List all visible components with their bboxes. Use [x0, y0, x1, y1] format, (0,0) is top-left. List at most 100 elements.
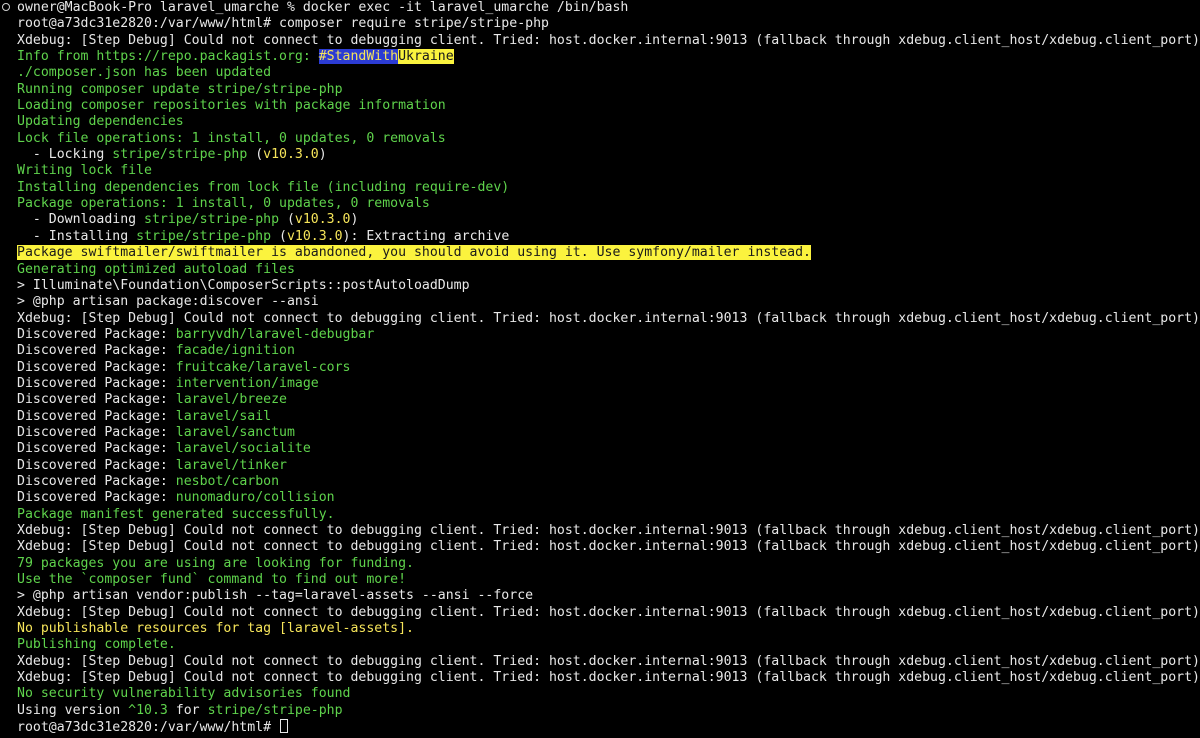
output-text: Discovered Package: [17, 375, 176, 391]
output-text: v10.3.0 [263, 147, 319, 163]
output-text: laravel/tinker [175, 457, 287, 473]
output-line: Discovered Package: laravel/sanctum [0, 425, 1200, 441]
output-line: Using version ^10.3 for stripe/stripe-ph… [0, 703, 1200, 719]
output-text: No publishable resources for tag [larave… [17, 621, 414, 637]
output-text: Xdebug: [Step Debug] Could not connect t… [17, 670, 1200, 686]
output-line: Discovered Package: nunomaduro/collision [0, 490, 1200, 506]
output-text: Discovered Package: [17, 359, 176, 375]
output-line: No publishable resources for tag [larave… [0, 621, 1200, 637]
output-text: - Downloading [17, 212, 145, 228]
output-line: ./composer.json has been updated [0, 65, 1200, 81]
output-line: Xdebug: [Step Debug] Could not connect t… [0, 311, 1200, 327]
output-text: Writing lock file [17, 163, 152, 179]
output-line: > @php artisan package:discover --ansi [0, 294, 1200, 310]
output-text: stripe/stripe-php [136, 228, 272, 244]
output-text: Xdebug: [Step Debug] Could not connect t… [17, 539, 1200, 555]
output-text: Xdebug: [Step Debug] Could not connect t… [17, 32, 1200, 48]
output-text: - Installing [17, 228, 137, 244]
output-line: - Locking stripe/stripe-php (v10.3.0) [0, 147, 1200, 163]
output-text: fruitcake/laravel-cors [175, 359, 351, 375]
output-text: Discovered Package: [17, 408, 176, 424]
output-line: Discovered Package: intervention/image [0, 376, 1200, 392]
output-text: Using version [17, 702, 129, 718]
output-text: ): Extracting archive [342, 228, 510, 244]
output-text: Generating optimized autoload files [17, 261, 295, 277]
output-line: Discovered Package: nesbot/carbon [0, 474, 1200, 490]
output-line: Discovered Package: laravel/tinker [0, 458, 1200, 474]
output-text: No security vulnerability advisories fou… [17, 686, 351, 702]
cursor-block[interactable] [280, 719, 289, 734]
output-line: Xdebug: [Step Debug] Could not connect t… [0, 654, 1200, 670]
output-line: Lock file operations: 1 install, 0 updat… [0, 131, 1200, 147]
output-text: facade/ignition [175, 343, 295, 359]
output-text: Lock file operations: 1 install, 0 updat… [17, 130, 446, 146]
output-text: Discovered Package: [17, 473, 176, 489]
output-line: > @php artisan vendor:publish --tag=lara… [0, 588, 1200, 604]
output-text: laravel/breeze [175, 392, 287, 408]
output-text: stripe/stripe-php [144, 212, 280, 228]
output-line: No security vulnerability advisories fou… [0, 686, 1200, 702]
output-text: > @php artisan vendor:publish --tag=lara… [17, 588, 534, 604]
output-text: Discovered Package: [17, 326, 176, 342]
output-line: Discovered Package: barryvdh/laravel-deb… [0, 327, 1200, 343]
output-line: - Downloading stripe/stripe-php (v10.3.0… [0, 212, 1200, 228]
output-text: Package swiftmailer/swiftmailer is aband… [17, 245, 811, 261]
output-text: #StandWith [318, 49, 399, 65]
output-line: Discovered Package: laravel/sail [0, 409, 1200, 425]
output-line: Package swiftmailer/swiftmailer is aband… [0, 245, 1200, 261]
output-line: Discovered Package: laravel/socialite [0, 441, 1200, 457]
output-text: Package manifest generated successfully. [17, 506, 335, 522]
output-line: Package operations: 1 install, 0 updates… [0, 196, 1200, 212]
output-text: Discovered Package: [17, 424, 176, 440]
terminal-window[interactable]: owner@MacBook-Pro laravel_umarche % dock… [0, 0, 1200, 738]
output-text: v10.3.0 [294, 212, 351, 228]
output-text: ^10.3 [128, 702, 168, 718]
output-text: barryvdh/laravel-debugbar [175, 326, 375, 342]
output-line: Xdebug: [Step Debug] Could not connect t… [0, 605, 1200, 621]
output-text: laravel/socialite [175, 441, 311, 457]
output-text: > Illuminate\Foundation\ComposerScripts:… [17, 277, 470, 293]
output-text: Use the `composer fund` command to find … [17, 572, 407, 588]
output-line: owner@MacBook-Pro laravel_umarche % dock… [0, 0, 1200, 16]
output-line: Discovered Package: facade/ignition [0, 343, 1200, 359]
output-text: ) [318, 147, 327, 163]
output-text: nesbot/carbon [175, 473, 280, 489]
output-line: Loading composer repositories with packa… [0, 98, 1200, 114]
output-text: intervention/image [175, 375, 319, 391]
output-line: Running composer update stripe/stripe-ph… [0, 82, 1200, 98]
output-text: Discovered Package: [17, 490, 176, 506]
output-line: Xdebug: [Step Debug] Could not connect t… [0, 670, 1200, 686]
output-text: stripe/stripe-php [112, 147, 248, 163]
output-text: Xdebug: [Step Debug] Could not connect t… [17, 653, 1200, 669]
prompt-line: root@a73dc31e2820:/var/www/html# [0, 719, 1200, 735]
output-text: Ukraine [398, 49, 454, 65]
output-text: Discovered Package: [17, 392, 176, 408]
output-text: Xdebug: [Step Debug] Could not connect t… [17, 523, 1200, 538]
output-text: Xdebug: [Step Debug] Could not connect t… [17, 310, 1200, 326]
output-text: 79 packages you are using are looking fo… [17, 555, 414, 571]
output-line: Xdebug: [Step Debug] Could not connect t… [0, 523, 1200, 539]
output-text: owner@MacBook-Pro laravel_umarche % dock… [17, 0, 629, 15]
output-line: Use the `composer fund` command to find … [0, 572, 1200, 588]
output-line: Writing lock file [0, 163, 1200, 179]
output-text: Discovered Package: [17, 343, 176, 359]
output-text: ( [271, 228, 287, 244]
output-line: 79 packages you are using are looking fo… [0, 556, 1200, 572]
output-text: Package operations: 1 install, 0 updates… [17, 196, 430, 212]
output-text: Info from https://repo.packagist.org: [17, 49, 319, 65]
output-text: Installing dependencies from lock file (… [17, 179, 510, 195]
output-line: > Illuminate\Foundation\ComposerScripts:… [0, 278, 1200, 294]
output-text: > @php artisan package:discover --ansi [17, 294, 319, 310]
output-line: Publishing complete. [0, 637, 1200, 653]
output-text: ) [350, 212, 359, 228]
output-text: Discovered Package: [17, 457, 176, 473]
output-text: root@a73dc31e2820:/var/www/html# compose… [17, 16, 549, 32]
output-text: Running composer update stripe/stripe-ph… [17, 81, 343, 97]
output-line: Info from https://repo.packagist.org: #S… [0, 49, 1200, 65]
output-text: Loading composer repositories with packa… [17, 98, 446, 114]
output-text: Discovered Package: [17, 441, 176, 457]
output-text: laravel/sanctum [175, 424, 295, 440]
output-text: laravel/sail [175, 408, 272, 424]
output-line: - Installing stripe/stripe-php (v10.3.0)… [0, 229, 1200, 245]
output-text: root@a73dc31e2820:/var/www/html# [17, 720, 280, 736]
